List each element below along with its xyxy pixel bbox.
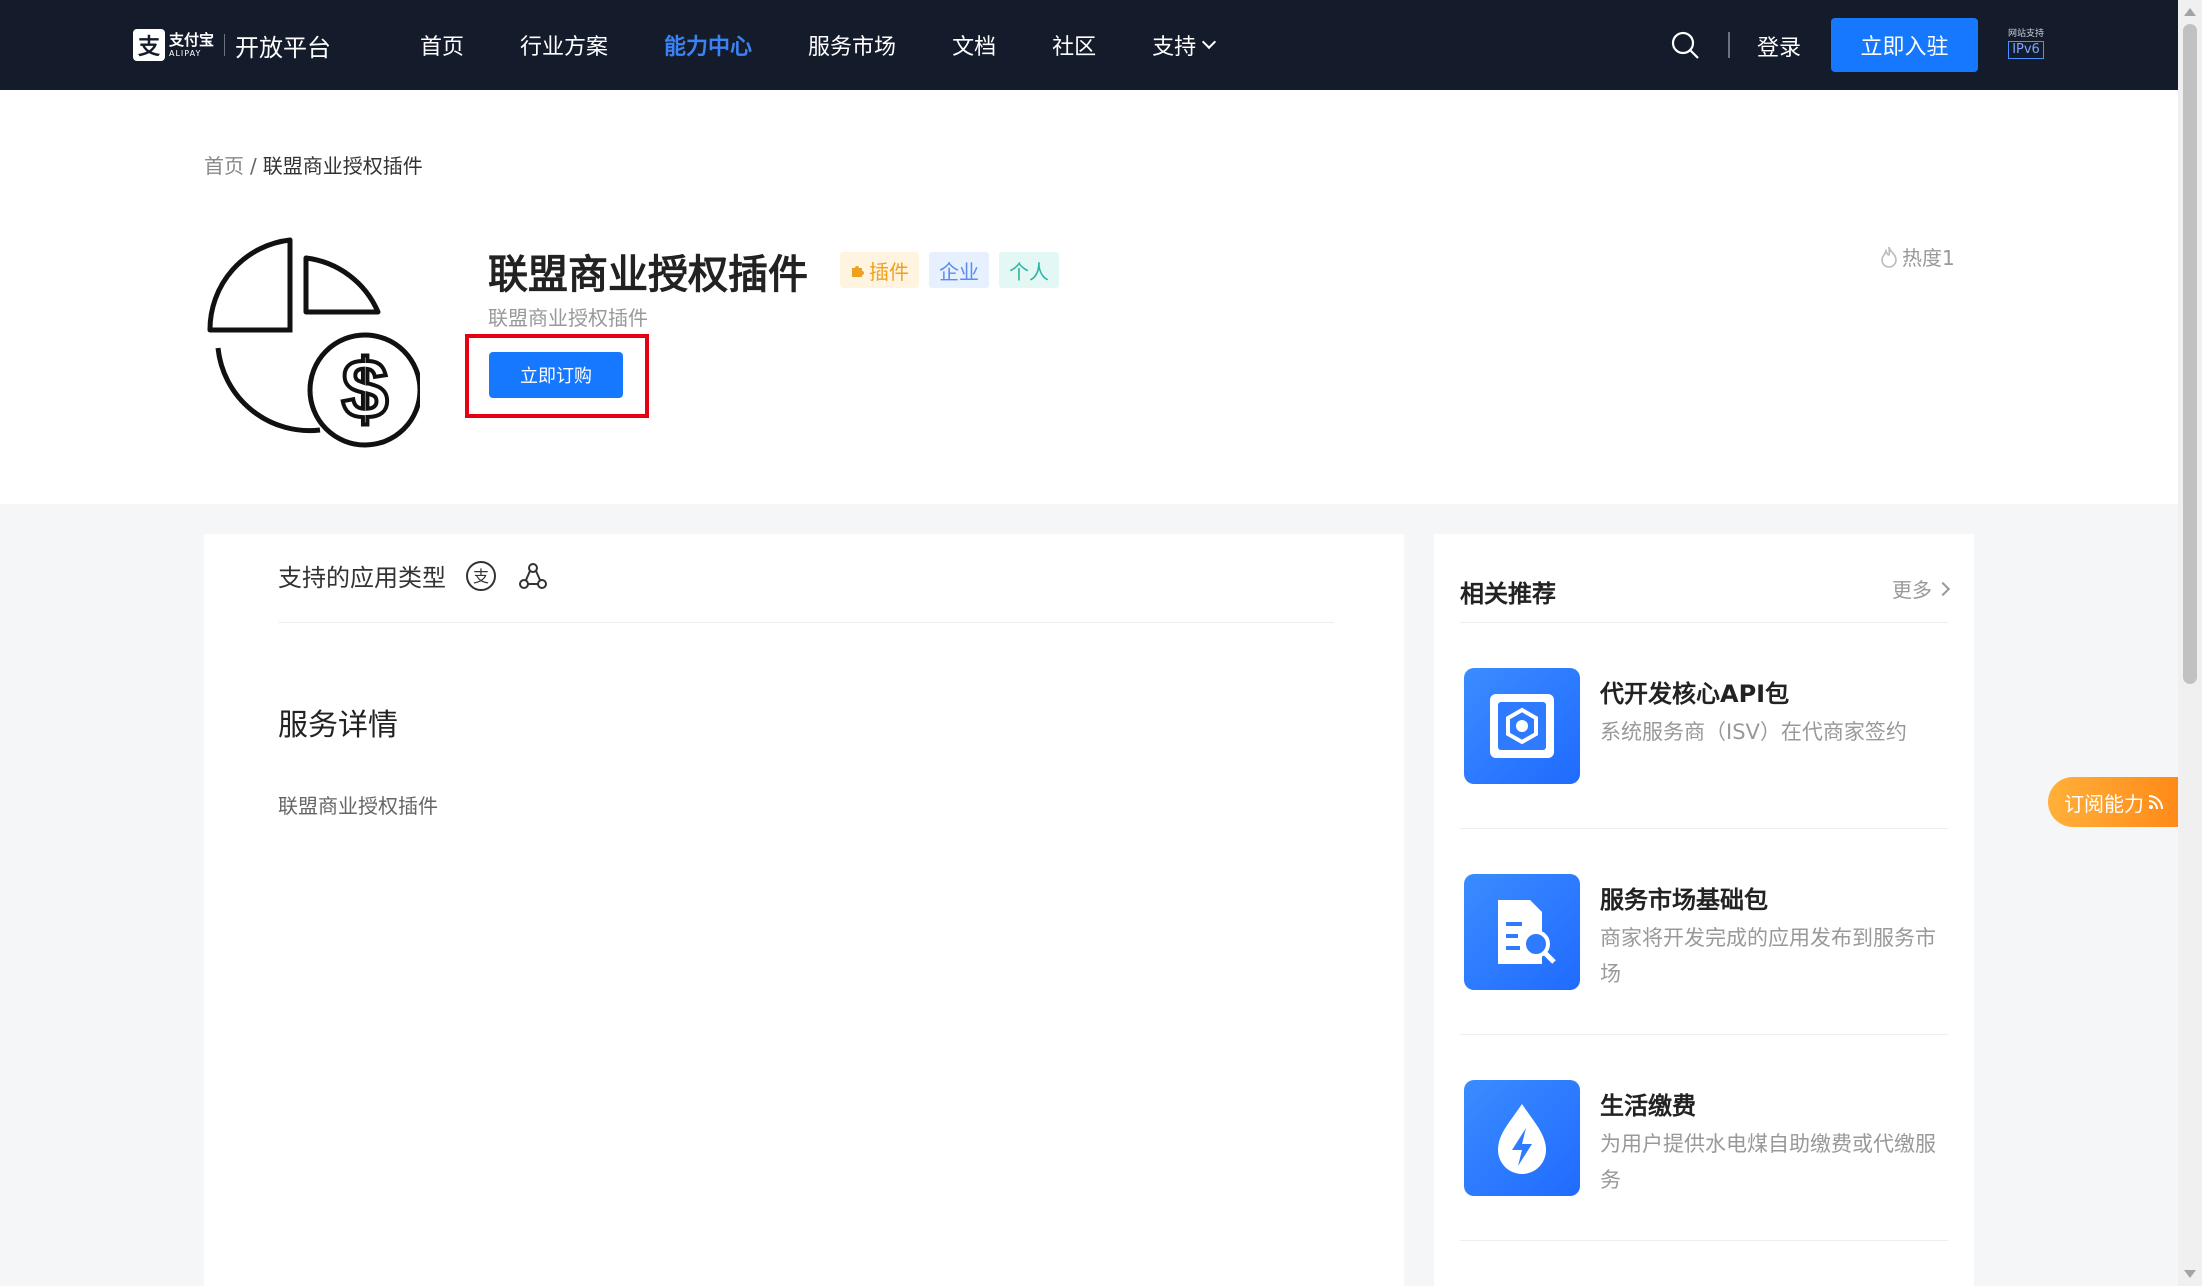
logo-text-en: ALIPAY — [169, 48, 202, 58]
scrollbar-thumb[interactable] — [2183, 24, 2197, 684]
nav-item-market[interactable]: 服务市场 — [808, 29, 896, 61]
chevron-right-icon — [1935, 581, 1951, 596]
chevron-down-icon — [1202, 34, 1217, 50]
heat-value: 热度1 — [1902, 246, 1955, 270]
ipv6-label: IPv6 — [2008, 41, 2044, 59]
subscribe-button[interactable]: 立即订购 — [489, 352, 623, 398]
login-link[interactable]: 登录 — [1757, 30, 1801, 62]
recommendation-desc: 商家将开发完成的应用发布到服务市场 — [1600, 926, 1936, 986]
recommendation-desc: 系统服务商（ISV）在代商家签约 — [1600, 720, 1907, 744]
svg-text:$: $ — [342, 342, 389, 436]
document-search-icon — [1464, 874, 1580, 990]
scroll-down-arrow-icon[interactable] — [2184, 1270, 2196, 1278]
side-divider — [1460, 1034, 1948, 1035]
flame-icon — [1881, 246, 1897, 268]
section-divider — [278, 622, 1334, 623]
tag-plugin: 插件 — [840, 252, 919, 288]
nav-item-home[interactable]: 首页 — [420, 29, 464, 61]
alipay-logo[interactable]: 支 支付宝 ALIPAY 开放平台 — [133, 26, 331, 64]
recommendation-item[interactable]: 服务市场基础包 商家将开发完成的应用发布到服务市场 — [1464, 874, 1944, 994]
pie-chart-dollar-icon: $ — [207, 237, 420, 448]
recommendation-item[interactable]: 代开发核心API包 系统服务商（ISV）在代商家签约 — [1464, 668, 1944, 788]
app-types-label: 支持的应用类型 — [278, 564, 446, 592]
ipv6-caption: 网站支持 — [2008, 29, 2045, 39]
search-icon[interactable] — [1670, 30, 1700, 60]
ipv6-badge: 网站支持 IPv6 — [2008, 26, 2044, 59]
breadcrumb-current: 联盟商业授权插件 — [262, 154, 423, 178]
mini-program-icon — [519, 562, 547, 589]
join-button[interactable]: 立即入驻 — [1831, 18, 1978, 72]
recommendation-title: 服务市场基础包 — [1600, 886, 1768, 914]
puzzle-icon — [852, 266, 864, 277]
side-divider — [1460, 1240, 1948, 1241]
top-navigation-bar: 支 支付宝 ALIPAY 开放平台 首页 行业方案 能力中心 服务市场 文档 社… — [0, 0, 2178, 90]
recommendation-item[interactable]: 生活缴费 为用户提供水电煤自助缴费或代缴服务 — [1464, 1080, 1944, 1200]
logo-divider — [224, 34, 226, 56]
alipay-logo-icon: 支 — [133, 29, 165, 61]
related-recommendations-card: 相关推荐 更多 代开发核心API包 系统服务商（ISV）在代商家签约 服务市场基… — [1434, 534, 1974, 1286]
heat-indicator: 热度1 — [1880, 242, 1955, 271]
platform-name: 开放平台 — [235, 33, 332, 62]
subscribe-capability-button[interactable]: 订阅能力 — [2048, 777, 2178, 827]
tag-plugin-label: 插件 — [869, 259, 909, 284]
recommendation-desc: 为用户提供水电煤自助缴费或代缴服务 — [1600, 1132, 1936, 1192]
side-divider — [1460, 622, 1948, 623]
scroll-up-arrow-icon[interactable] — [2184, 8, 2196, 16]
breadcrumb-home[interactable]: 首页 — [204, 154, 244, 178]
breadcrumb: 首页 / 联盟商业授权插件 — [204, 150, 423, 179]
supported-app-types: 支持的应用类型 支 — [278, 558, 550, 593]
service-detail-text: 联盟商业授权插件 — [278, 794, 438, 818]
nav-item-docs[interactable]: 文档 — [952, 29, 996, 61]
nav-item-support-label: 支持 — [1152, 35, 1197, 60]
page-scrollbar[interactable] — [2178, 0, 2202, 1286]
service-detail-card: 支持的应用类型 支 服务详情 联盟商业授权插件 — [204, 534, 1404, 1286]
nav-item-support[interactable]: 支持 — [1152, 29, 1217, 61]
recommendation-title: 代开发核心API包 — [1600, 680, 1790, 708]
rss-icon — [2148, 795, 2163, 810]
lightning-drop-icon — [1464, 1080, 1580, 1196]
product-tags: 插件 企业 个人 — [840, 252, 1069, 288]
logo-text-cn: 支付宝 — [169, 30, 215, 49]
main-nav: 首页 行业方案 能力中心 服务市场 文档 社区 支持 — [420, 0, 1270, 90]
api-package-icon — [1464, 668, 1580, 784]
nav-item-industry[interactable]: 行业方案 — [520, 29, 608, 61]
more-link[interactable]: 更多 — [1892, 574, 1951, 603]
product-subtitle: 联盟商业授权插件 — [488, 306, 648, 330]
nav-separator — [1728, 32, 1730, 58]
side-divider — [1460, 828, 1948, 829]
svg-text:支: 支 — [473, 568, 489, 586]
product-hero: 首页 / 联盟商业授权插件 $ 联盟商业授权插件 插件 企业 个人 联盟商业授权插件… — [0, 90, 2178, 504]
service-detail-title: 服务详情 — [278, 708, 398, 743]
product-title: 联盟商业授权插件 — [488, 252, 808, 298]
related-title: 相关推荐 — [1460, 580, 1556, 608]
alipay-app-icon: 支 — [466, 560, 496, 591]
more-label: 更多 — [1892, 578, 1932, 602]
tag-enterprise: 企业 — [929, 252, 989, 288]
recommendation-title: 生活缴费 — [1600, 1092, 1696, 1120]
breadcrumb-separator: / — [250, 154, 257, 178]
subscribe-capability-label: 订阅能力 — [2064, 791, 2144, 816]
nav-item-capabilities[interactable]: 能力中心 — [664, 29, 752, 61]
nav-item-community[interactable]: 社区 — [1052, 29, 1096, 61]
tag-personal: 个人 — [999, 252, 1059, 288]
